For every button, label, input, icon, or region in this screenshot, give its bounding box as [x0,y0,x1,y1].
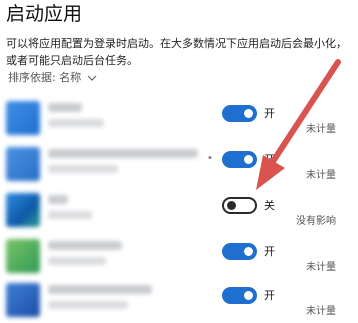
startup-app-row: 开 未计量 [0,95,358,141]
app-toggle[interactable] [222,287,257,304]
app-name-blurred [48,195,68,204]
toggle-state-label: 开 [264,107,275,120]
app-toggle[interactable] [222,197,257,214]
app-name-blurred [48,241,122,250]
toggle-state-label: 开 [264,153,275,166]
startup-impact: 没有影响 [296,216,336,227]
app-icon [6,283,40,317]
app-publisher-blurred [48,119,104,127]
truncation-ellipsis: • [207,153,213,164]
page-title: 启动应用 [6,3,83,25]
startup-app-row: 开 未计量 [0,233,358,279]
chevron-down-icon [87,75,97,81]
sort-label: 排序依据: 名称 [8,71,82,84]
startup-impact: 未计量 [306,124,336,135]
app-name-blurred [48,103,82,112]
app-toggle[interactable] [222,105,257,122]
toggle-knob [227,201,236,210]
toggle-knob [244,291,253,300]
toggle-knob [244,155,253,164]
startup-impact: 未计量 [306,262,336,273]
sort-dropdown[interactable]: 排序依据: 名称 [8,71,98,85]
toggle-knob [244,247,253,256]
app-publisher-blurred [48,257,106,265]
startup-app-row: 开 未计量 [0,277,358,323]
app-name-blurred [48,285,152,294]
app-publisher-blurred [48,165,118,173]
app-toggle[interactable] [222,151,257,168]
app-icon [6,147,40,181]
page-description: 可以将应用配置为登录时启动。在大多数情况下应用启动后会最小化，或者可能只启动后台… [6,37,347,67]
startup-impact: 未计量 [306,170,336,181]
toggle-state-label: 开 [264,289,275,302]
startup-app-row: 关 没有影响 [0,187,358,233]
app-icon [6,193,40,227]
app-toggle[interactable] [222,243,257,260]
toggle-knob [244,109,253,118]
app-icon [6,101,40,135]
app-publisher-blurred [48,301,128,309]
toggle-state-label: 关 [264,199,275,212]
app-name-blurred [48,149,198,158]
toggle-state-label: 开 [264,245,275,258]
startup-app-row: • 开 未计量 [0,141,358,187]
app-icon [6,239,40,273]
app-publisher-blurred [48,211,92,219]
startup-impact: 未计量 [306,306,336,317]
